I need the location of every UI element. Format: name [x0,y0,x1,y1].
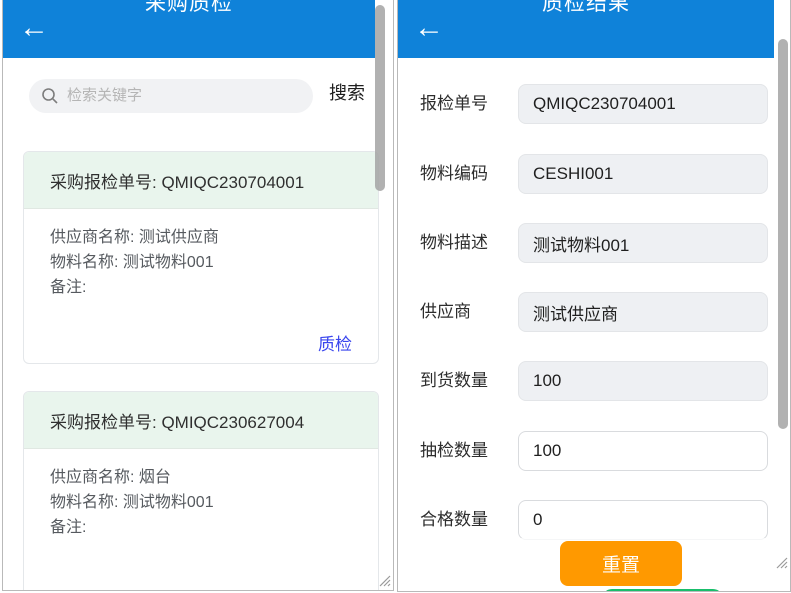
left-page-title: 采购质检 [3,0,375,17]
reset-button[interactable]: 重置 [560,541,682,586]
form-row: 报检单号 [398,84,776,124]
input-supplier [518,292,768,332]
card-body: 供应商名称: 测试供应商 物料名称: 测试物料001 备注: [24,209,378,300]
material-line: 物料名称: 测试物料001 [50,490,362,515]
card-header: 采购报检单号: QMIQC230704001 [24,152,378,209]
field-label: 物料编码 [420,154,488,194]
form-row: 供应商 [398,292,776,332]
field-label: 到货数量 [420,361,488,401]
form-row: 物料编码 [398,154,776,194]
inspect-link[interactable]: 质检 [318,330,352,355]
purchase-inspection-panel: 采购质检 ← 搜索 采购报检单号: QMIQC230704001 供应商名称: … [2,0,394,591]
back-arrow-icon[interactable]: ← [414,13,444,43]
form-row: 物料描述 [398,223,776,263]
input-inspection-no [518,84,768,124]
supplier-line: 供应商名称: 烟台 [50,465,362,490]
right-navbar: 质检结果 ← [398,0,774,58]
input-sample-qty[interactable] [518,431,768,471]
supplier-line: 供应商名称: 测试供应商 [50,225,362,250]
field-label: 物料描述 [420,223,488,263]
resize-handle-icon[interactable] [377,573,391,587]
card-header: 采购报检单号: QMIQC230627004 [24,392,378,449]
input-arrival-qty [518,361,768,401]
search-row: 搜索 [3,71,375,121]
inspect-link[interactable]: 质检 [318,590,352,591]
form-row: 到货数量 [398,361,776,401]
resize-handle-icon[interactable] [774,555,788,569]
remark-line: 备注: [50,515,362,540]
remark-line: 备注: [50,275,362,300]
form-row: 合格数量 [398,500,776,540]
submit-button[interactable] [602,589,723,592]
input-material-desc [518,223,768,263]
search-button[interactable]: 搜索 [329,79,365,105]
back-arrow-icon[interactable]: ← [19,13,49,43]
search-input[interactable] [67,79,305,111]
input-qualified-qty[interactable] [518,500,768,540]
left-scrollbar-thumb[interactable] [375,5,385,191]
left-navbar: 采购质检 ← [3,0,375,58]
input-material-code [518,154,768,194]
form-row: 抽检数量 [398,431,776,471]
search-icon [41,87,59,105]
inspection-card: 采购报检单号: QMIQC230704001 供应商名称: 测试供应商 物料名称… [23,151,379,364]
card-body: 供应商名称: 烟台 物料名称: 测试物料001 备注: [24,449,378,540]
field-label: 报检单号 [420,84,488,124]
search-box [29,79,313,113]
field-label: 供应商 [420,292,471,332]
field-label: 合格数量 [420,500,488,540]
right-scrollbar-thumb[interactable] [778,39,788,429]
material-line: 物料名称: 测试物料001 [50,250,362,275]
inspection-result-panel: 质检结果 ← 报检单号 物料编码 物料描述 供应商 到货数量 抽检数量 [397,0,791,592]
inspection-card: 采购报检单号: QMIQC230627004 供应商名称: 烟台 物料名称: 测… [23,391,379,591]
app-stage: 采购质检 ← 搜索 采购报检单号: QMIQC230704001 供应商名称: … [0,0,791,593]
field-label: 抽检数量 [420,431,488,471]
right-page-title: 质检结果 [398,0,774,17]
